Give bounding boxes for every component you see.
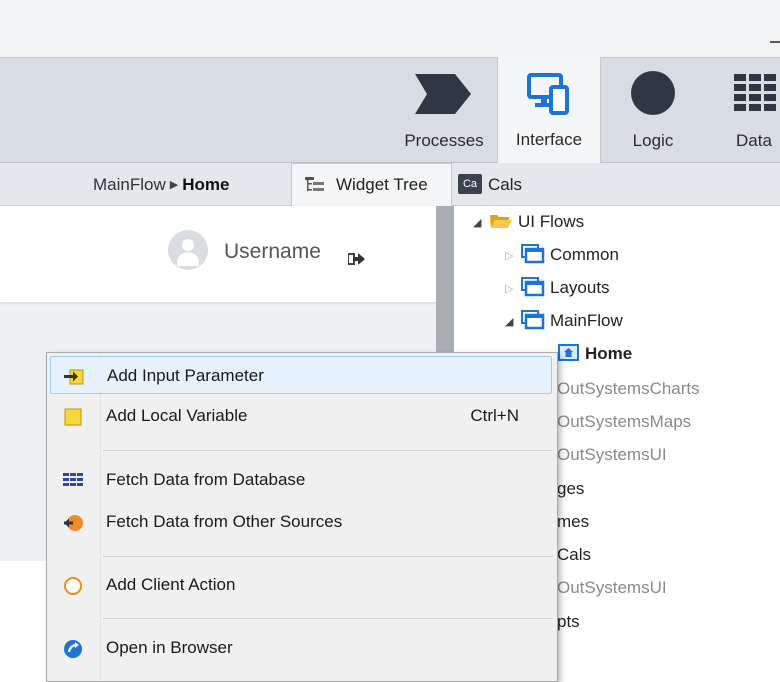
tree-node-dependency[interactable]: OutSystemsUI xyxy=(557,445,667,465)
screen-home-icon xyxy=(558,343,579,361)
ui-flow-icon xyxy=(521,309,545,329)
breadcrumb-separator-icon: ▶ xyxy=(169,179,179,191)
tree-node-folder[interactable]: mes xyxy=(557,512,589,532)
tree-node-dependency[interactable]: OutSystemsUI xyxy=(557,578,667,598)
menu-item-add-local-variable[interactable]: Add Local Variable Ctrl+N xyxy=(50,397,552,435)
menu-item-add-client-action[interactable]: Add Client Action xyxy=(50,566,552,604)
input-parameter-icon xyxy=(64,369,84,385)
expanded-arrow-icon[interactable]: ◢ xyxy=(505,315,517,328)
monitor-phone-icon xyxy=(527,73,569,115)
circle-icon xyxy=(631,71,675,115)
screen-header: Username xyxy=(0,206,436,302)
tool-processes[interactable]: Processes xyxy=(398,58,490,163)
tool-label: Processes xyxy=(404,131,484,150)
collapsed-arrow-icon[interactable]: ▷ xyxy=(505,282,517,295)
expanded-arrow-icon[interactable]: ◢ xyxy=(473,216,485,229)
title-bar xyxy=(0,0,780,57)
grid-icon xyxy=(734,74,776,111)
widget-tree-icon xyxy=(305,177,324,191)
module-badge: Ca xyxy=(458,173,482,194)
tool-data[interactable]: Data xyxy=(728,58,780,163)
chevron-arrow-icon xyxy=(415,74,471,114)
main-toolbar: Processes Interface Logic Data xyxy=(0,57,780,164)
menu-item-fetch-data-database[interactable]: Fetch Data from Database xyxy=(50,461,552,499)
tree-node-mainflow[interactable]: ◢ MainFlow xyxy=(505,309,623,332)
tree-node-layouts[interactable]: ▷ Layouts xyxy=(505,276,610,299)
tree-node-common[interactable]: ▷ Common xyxy=(505,243,619,266)
tab-label: Widget Tree xyxy=(336,175,428,194)
logout-icon[interactable] xyxy=(348,252,366,266)
username-label: Username xyxy=(224,240,321,263)
folder-open-icon xyxy=(490,214,512,228)
external-source-icon xyxy=(64,515,83,531)
tree-node-home[interactable]: Home xyxy=(558,343,632,365)
menu-separator xyxy=(103,556,553,557)
tree-node-folder[interactable]: pts xyxy=(557,612,580,632)
tool-label: Data xyxy=(736,131,772,150)
editor-subbar: MainFlow ▶ Home Widget Tree Ca Cals xyxy=(0,163,780,206)
breadcrumb: MainFlow ▶ Home xyxy=(93,175,229,195)
tree-node-dependency[interactable]: OutSystemsCharts xyxy=(557,379,700,399)
menu-separator xyxy=(103,618,553,619)
tree-node-folder[interactable]: ges xyxy=(557,479,584,499)
tab-widget-tree[interactable]: Widget Tree xyxy=(291,163,452,206)
tab-label: Cals xyxy=(488,175,523,194)
menu-item-add-input-parameter[interactable]: Add Input Parameter xyxy=(50,356,552,394)
context-menu: Add Input Parameter Add Local Variable C… xyxy=(46,352,558,682)
client-action-icon xyxy=(64,577,82,595)
menu-separator xyxy=(103,450,553,451)
tool-interface[interactable]: Interface xyxy=(497,57,601,164)
collapsed-arrow-icon[interactable]: ▷ xyxy=(505,249,517,262)
tree-node-module[interactable]: Cals xyxy=(557,545,591,565)
tree-node-dependency[interactable]: OutSystemsMaps xyxy=(557,412,691,432)
breadcrumb-parent[interactable]: MainFlow xyxy=(93,175,166,194)
breadcrumb-current: Home xyxy=(182,175,230,194)
tool-label: Interface xyxy=(515,130,583,149)
shortcut-label: Ctrl+N xyxy=(470,406,519,425)
menu-item-open-in-browser[interactable]: Open in Browser xyxy=(50,629,552,667)
tree-node-ui-flows[interactable]: ◢ UI Flows xyxy=(473,212,584,232)
minimize-icon[interactable] xyxy=(770,41,780,43)
menu-item-fetch-data-other-sources[interactable]: Fetch Data from Other Sources xyxy=(50,503,552,541)
database-grid-icon xyxy=(63,473,83,486)
tool-logic[interactable]: Logic xyxy=(615,58,691,163)
tab-module-cals[interactable]: Ca Cals xyxy=(458,173,523,196)
local-variable-icon xyxy=(64,408,82,426)
avatar xyxy=(168,230,208,270)
tool-label: Logic xyxy=(632,131,674,150)
ui-flow-icon xyxy=(521,243,545,263)
ui-flow-icon xyxy=(521,276,545,296)
browser-icon xyxy=(64,640,82,658)
